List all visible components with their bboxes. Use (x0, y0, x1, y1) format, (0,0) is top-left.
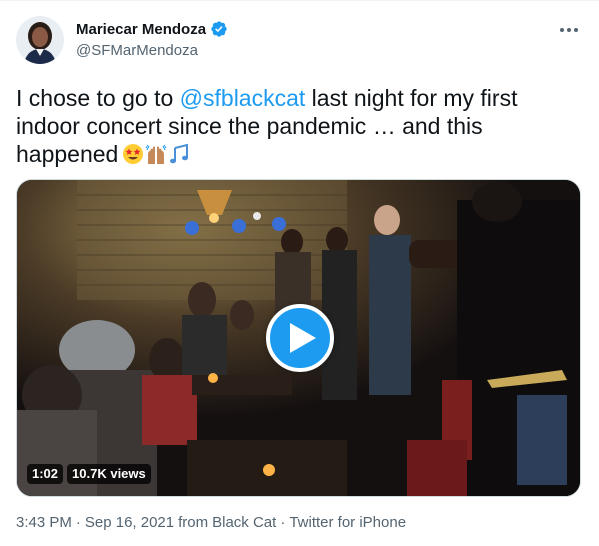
tweet-source-prefix: from (178, 514, 209, 531)
author-name-row: Mariecar Mendoza (76, 20, 228, 38)
emoji-row (122, 143, 190, 165)
play-button[interactable] (266, 304, 334, 372)
musical-notes-emoji-icon (170, 143, 189, 164)
tweet-text: I chose to go to @sfblackcat last night … (16, 84, 576, 168)
more-options-icon[interactable] (557, 18, 581, 42)
tweet-location[interactable]: Black Cat (212, 514, 276, 531)
video-badges: 1:02 10.7K views (27, 464, 151, 484)
star-struck-emoji-icon (123, 144, 144, 164)
mention-link[interactable]: @sfblackcat (180, 85, 306, 111)
avatar-image (16, 16, 64, 64)
tweet-date[interactable]: Sep 16, 2021 (85, 514, 174, 531)
video-view-count: 10.7K views (67, 464, 151, 484)
author-display-name[interactable]: Mariecar Mendoza (76, 21, 206, 38)
meta-separator: · (75, 514, 81, 531)
meta-separator: · (280, 514, 286, 531)
tweet-text-part1: I chose to go to (16, 85, 180, 111)
tweet-metadata: 3:43 PM · Sep 16, 2021 from Black Cat · … (16, 514, 406, 531)
tweet-client[interactable]: Twitter for iPhone (289, 514, 406, 531)
tweet-time[interactable]: 3:43 PM (16, 514, 72, 531)
avatar[interactable] (16, 16, 64, 64)
raising-hands-emoji-icon (145, 144, 167, 164)
video-duration: 1:02 (27, 464, 64, 484)
verified-badge-icon (211, 21, 227, 37)
author-handle[interactable]: @SFMarMendoza (76, 42, 198, 59)
tweet-card: Mariecar Mendoza @SFMarMendoza I chose t… (0, 0, 599, 546)
video-player[interactable]: 1:02 10.7K views (16, 179, 581, 497)
play-icon (289, 323, 316, 353)
top-divider (0, 0, 599, 1)
